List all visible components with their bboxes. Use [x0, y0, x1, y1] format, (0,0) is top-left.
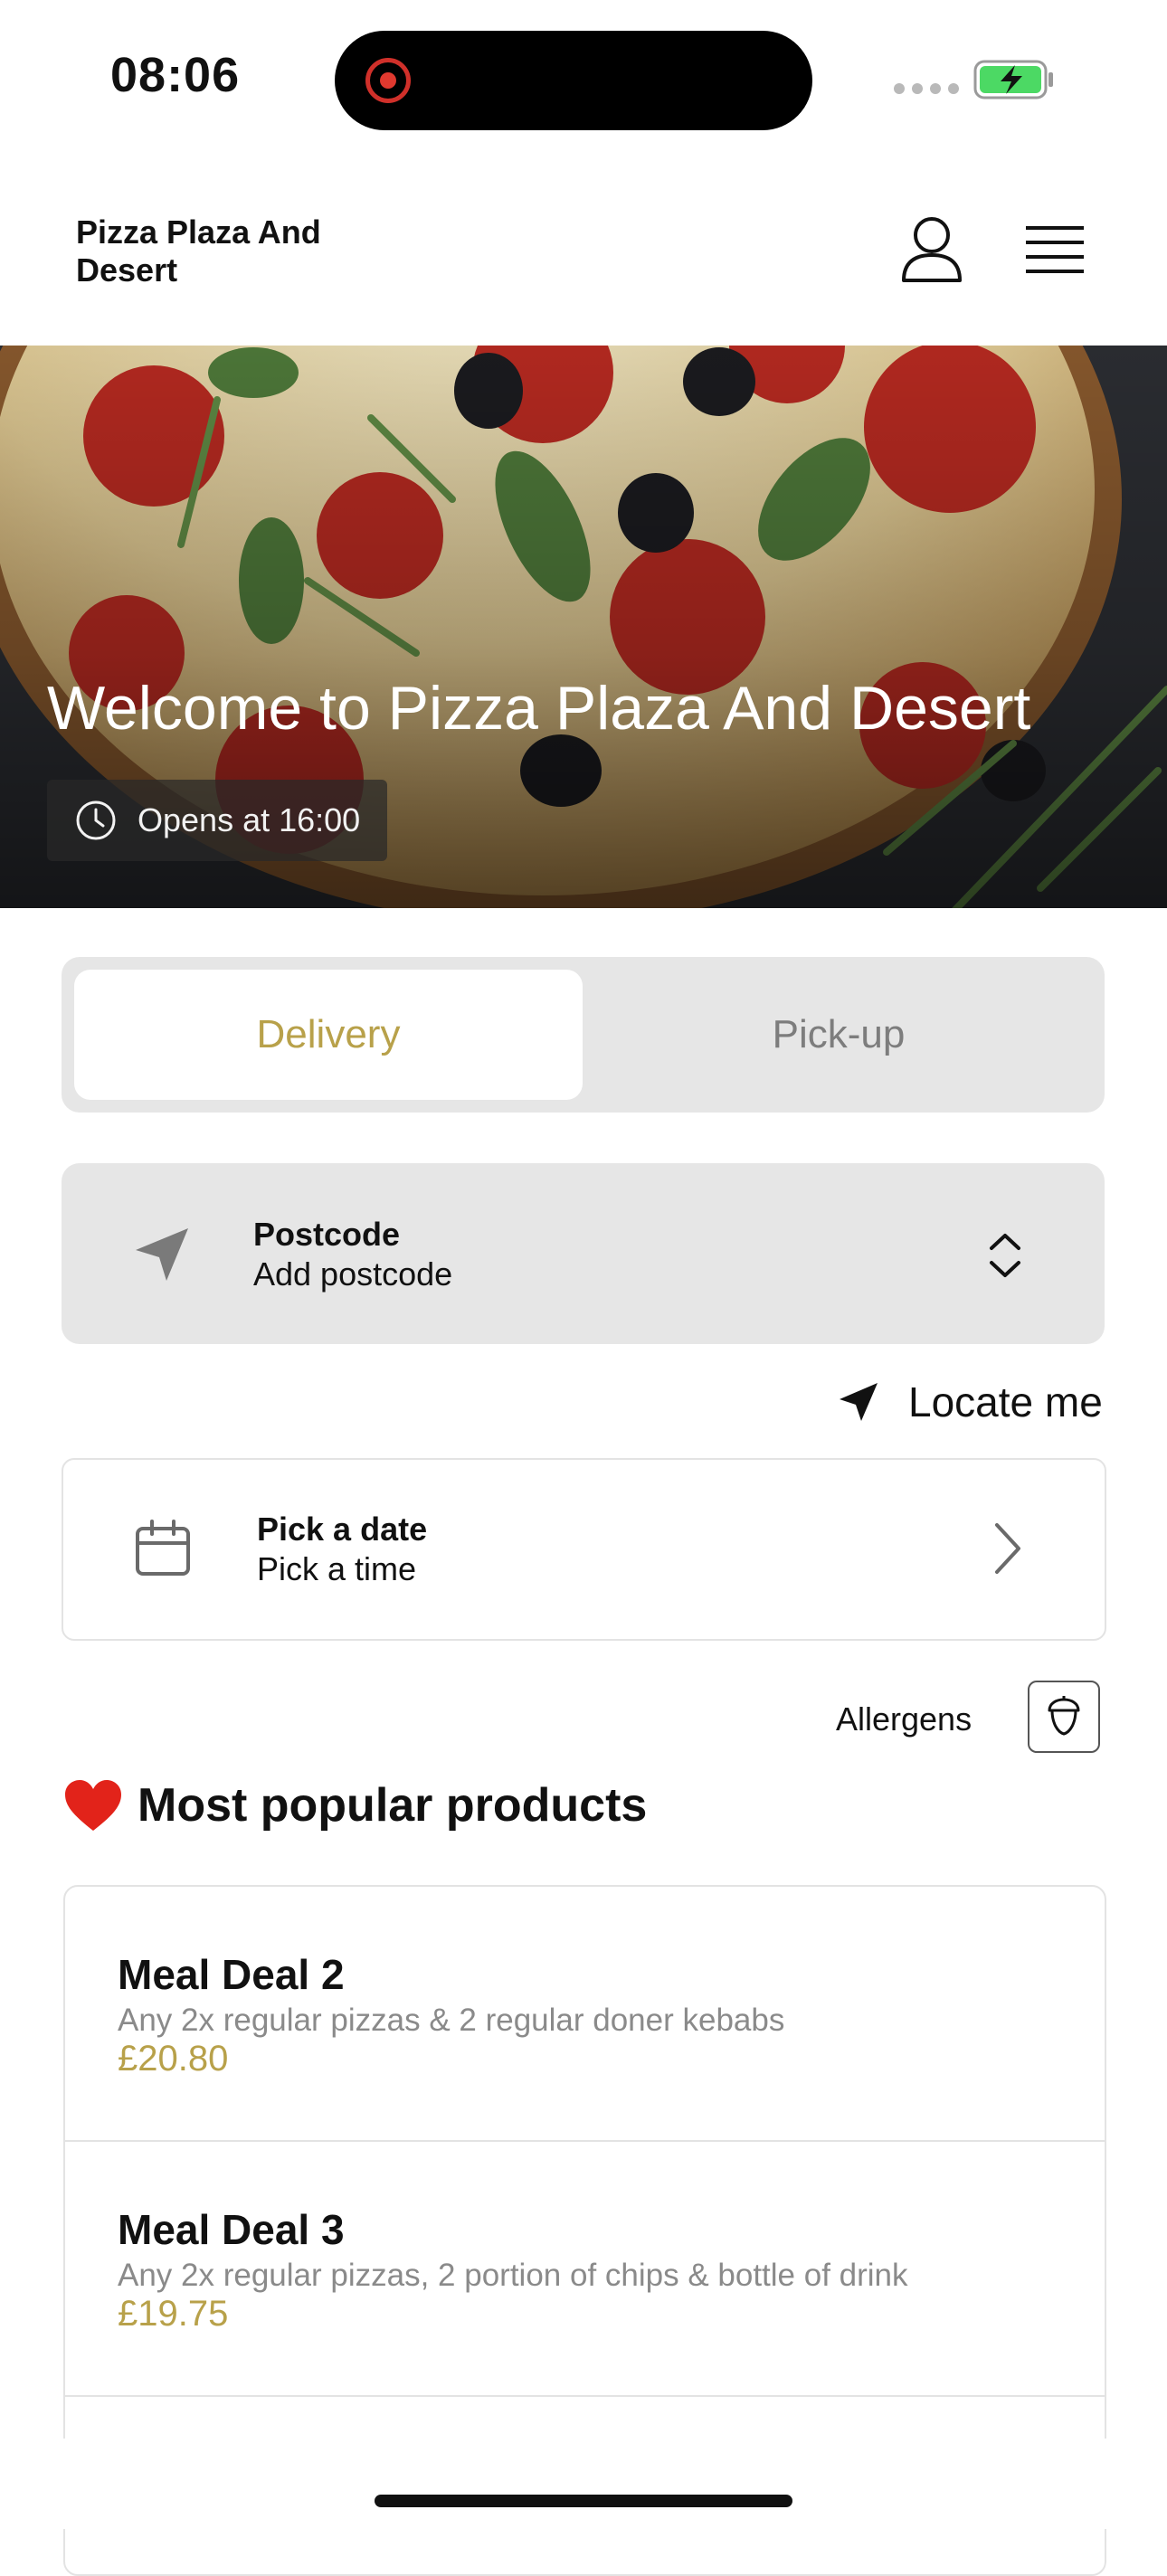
- postcode-placeholder: Add postcode: [253, 1255, 453, 1293]
- status-bar: 08:06: [0, 0, 1167, 154]
- product-name: Meal Deal 2: [118, 1951, 345, 1998]
- section-title: Most popular products: [138, 1779, 648, 1832]
- hamburger-menu-icon[interactable]: [1024, 223, 1086, 277]
- chevron-right-icon: [995, 1523, 1020, 1574]
- locate-me-label: Locate me: [908, 1378, 1103, 1425]
- pick-time-label: Pick a time: [257, 1550, 417, 1587]
- product-card[interactable]: Meal Deal 2 Any 2x regular pizzas & 2 re…: [65, 1887, 1105, 2142]
- signal-icon: [894, 83, 959, 94]
- tab-delivery[interactable]: Delivery: [74, 970, 583, 1100]
- locate-me-button[interactable]: Locate me: [838, 1373, 1103, 1431]
- clock-icon: [76, 800, 116, 840]
- order-mode-toggle: Delivery Pick-up: [62, 957, 1105, 1113]
- section-header: Most popular products: [63, 1778, 647, 1833]
- battery-charging-icon: [973, 60, 1053, 99]
- user-account-icon[interactable]: [900, 213, 963, 286]
- location-arrow-icon: [136, 1228, 188, 1281]
- opening-hours-text: Opens at 16:00: [138, 801, 361, 838]
- acorn-allergen-icon: [1048, 1696, 1080, 1736]
- location-arrow-icon: [840, 1383, 878, 1421]
- allergens-button[interactable]: [1028, 1681, 1100, 1753]
- status-time: 08:06: [110, 48, 241, 102]
- allergens-label: Allergens: [836, 1700, 972, 1738]
- heart-icon: [65, 1780, 121, 1831]
- tab-pickup[interactable]: Pick-up: [584, 970, 1093, 1100]
- app-header: Pizza Plaza And Desert: [0, 163, 1167, 346]
- hero-banner: Welcome to Pizza Plaza And Desert Opens …: [0, 346, 1167, 908]
- dynamic-island: [335, 31, 812, 130]
- date-time-picker[interactable]: Pick a date Pick a time: [62, 1458, 1106, 1641]
- pick-date-label: Pick a date: [257, 1511, 428, 1548]
- product-price: £20.80: [118, 2039, 229, 2079]
- postcode-selector[interactable]: Postcode Add postcode: [62, 1163, 1105, 1344]
- hero-title: Welcome to Pizza Plaza And Desert: [47, 674, 1031, 743]
- product-name: Meal Deal 3: [118, 2206, 345, 2253]
- product-description: Any 2x regular pizzas & 2 regular doner …: [118, 2003, 785, 2038]
- calendar-icon: [136, 1520, 190, 1576]
- chevron-up-down-icon: [990, 1234, 1020, 1277]
- home-indicator[interactable]: [375, 2495, 792, 2507]
- bottom-safe-area: [0, 2439, 1167, 2529]
- product-card[interactable]: Meal Deal 3 Any 2x regular pizzas, 2 por…: [65, 2142, 1105, 2397]
- recording-icon: [365, 58, 411, 103]
- restaurant-name: Pizza Plaza And Desert: [76, 213, 321, 289]
- product-price: £19.75: [118, 2294, 229, 2334]
- postcode-label: Postcode: [253, 1216, 401, 1253]
- product-description: Any 2x regular pizzas, 2 portion of chip…: [118, 2258, 908, 2293]
- opening-hours-badge: Opens at 16:00: [47, 780, 388, 861]
